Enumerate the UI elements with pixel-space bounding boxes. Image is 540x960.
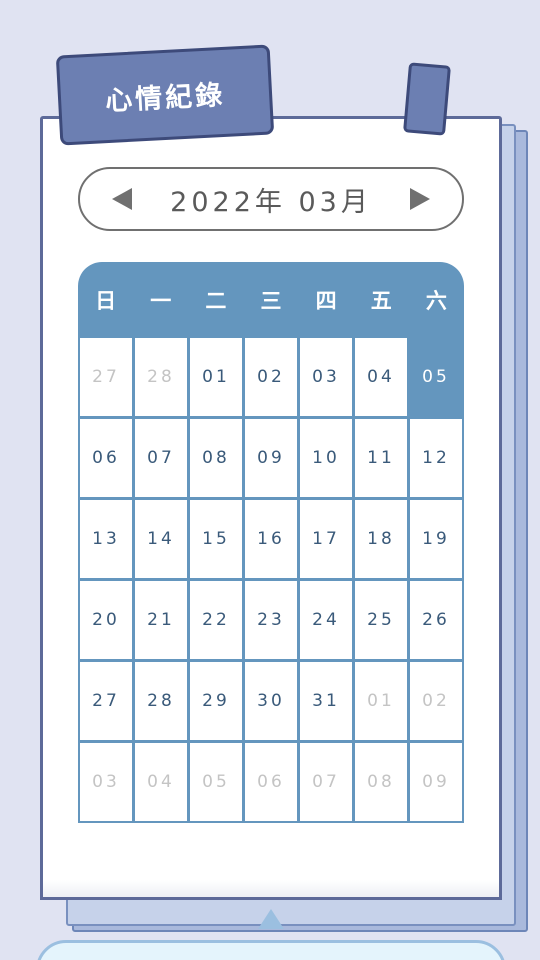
calendar-day[interactable]: 05 [190,743,242,821]
calendar-day[interactable]: 29 [190,662,242,740]
calendar-day[interactable]: 12 [410,419,462,497]
weekday-label: 四 [315,289,337,313]
calendar-day[interactable]: 24 [300,581,352,659]
calendar-day[interactable]: 28 [135,338,187,416]
next-month-button[interactable] [404,184,434,214]
calendar-day[interactable]: 07 [135,419,187,497]
weekday-label: 三 [260,289,282,313]
calendar-day[interactable]: 23 [245,581,297,659]
calendar-day[interactable]: 06 [245,743,297,821]
paper-clip [403,62,451,136]
calendar-day[interactable]: 21 [135,581,187,659]
weekday-label: 二 [205,289,227,313]
calendar-day[interactable]: 17 [300,500,352,578]
weekday-header: 日 一 二 三 四 五 六 [78,262,464,338]
calendar-day[interactable]: 03 [300,338,352,416]
calendar-day[interactable]: 27 [80,662,132,740]
calendar-day[interactable]: 06 [80,419,132,497]
panel-pointer [258,909,284,929]
notebook-page-edge [40,880,502,900]
calendar-day[interactable]: 03 [80,743,132,821]
calendar-day[interactable]: 15 [190,500,242,578]
calendar-day[interactable]: 04 [135,743,187,821]
calendar-day[interactable]: 27 [80,338,132,416]
calendar-day[interactable]: 02 [245,338,297,416]
calendar-day[interactable]: 22 [190,581,242,659]
weekday-label: 六 [425,289,447,313]
calendar-day[interactable]: 13 [80,500,132,578]
calendar-day[interactable]: 31 [300,662,352,740]
calendar-day[interactable]: 19 [410,500,462,578]
calendar-day[interactable]: 30 [245,662,297,740]
calendar-day[interactable]: 07 [300,743,352,821]
calendar-day[interactable]: 25 [355,581,407,659]
calendar-day[interactable]: 10 [300,419,352,497]
calendar-day[interactable]: 14 [135,500,187,578]
calendar-day[interactable]: 16 [245,500,297,578]
calendar-day[interactable]: 09 [410,743,462,821]
calendar-day[interactable]: 01 [355,662,407,740]
weekday-label: 日 [95,289,117,313]
previous-month-button[interactable] [108,184,138,214]
page-title: 心情紀錄 [104,79,226,117]
calendar-day[interactable]: 18 [355,500,407,578]
weekday-label: 一 [150,289,172,313]
calendar-day[interactable]: 02 [410,662,462,740]
calendar-day[interactable]: 09 [245,419,297,497]
calendar-day[interactable]: 11 [355,419,407,497]
calendar-day[interactable]: 01 [190,338,242,416]
calendar-day[interactable]: 28 [135,662,187,740]
calendar: 日 一 二 三 四 五 六 27 28 01 02 03 04 05 06 07 08 09 10 11… [78,262,464,823]
calendar-day[interactable]: 26 [410,581,462,659]
weekday-label: 五 [370,289,392,313]
mood-entry-panel[interactable] [36,940,506,960]
month-label: 2022年 03月 [170,186,372,218]
calendar-day[interactable]: 04 [355,338,407,416]
month-navigator: 2022年 03月 [78,167,464,231]
calendar-day[interactable]: 20 [80,581,132,659]
calendar-day-selected[interactable]: 05 [410,338,462,416]
calendar-day-grid: 27 28 01 02 03 04 05 06 07 08 09 10 11 12 13 14 15 16 17 18… [78,338,464,823]
calendar-day[interactable]: 08 [355,743,407,821]
title-tab: 心情紀錄 [55,44,275,146]
calendar-day[interactable]: 08 [190,419,242,497]
